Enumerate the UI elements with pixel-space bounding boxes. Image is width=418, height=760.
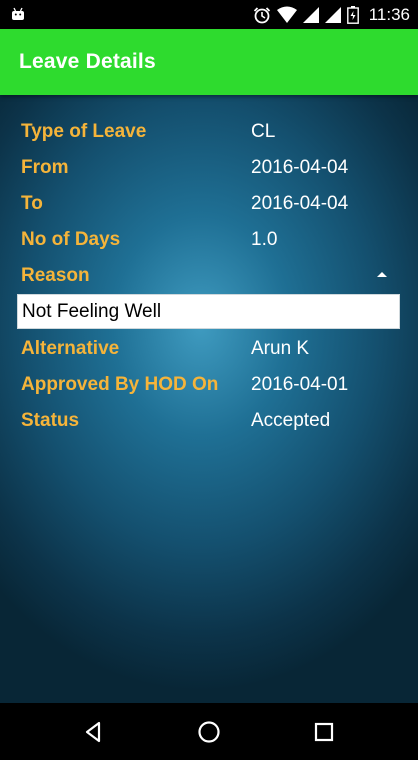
alarm-icon bbox=[253, 6, 270, 23]
status-row: Status Accepted bbox=[0, 403, 418, 439]
leave-details-panel: Type of Leave CL From 2016-04-04 To 2016… bbox=[0, 95, 418, 703]
to-value: 2016-04-04 bbox=[251, 193, 349, 214]
alternative-value: Arun K bbox=[251, 338, 310, 359]
type-of-leave-value: CL bbox=[251, 121, 276, 142]
reason-text-box: Not Feeling Well bbox=[17, 294, 400, 329]
alternative-row: Alternative Arun K bbox=[0, 331, 418, 367]
collapse-arrow-icon[interactable] bbox=[372, 266, 392, 282]
status-label: Status bbox=[21, 410, 80, 431]
type-of-leave-label: Type of Leave bbox=[21, 121, 147, 142]
navigation-bar bbox=[0, 703, 418, 760]
status-value: Accepted bbox=[251, 410, 331, 431]
home-icon[interactable] bbox=[196, 719, 222, 745]
clock: 11:36 bbox=[368, 4, 410, 24]
from-label: From bbox=[21, 157, 69, 178]
to-row: To 2016-04-04 bbox=[0, 186, 418, 222]
wifi-icon bbox=[276, 6, 297, 23]
page-title: Leave Details bbox=[19, 50, 156, 73]
signal-icon bbox=[302, 6, 319, 23]
no-of-days-value: 1.0 bbox=[251, 229, 278, 250]
reason-value: Not Feeling Well bbox=[22, 301, 162, 322]
back-icon[interactable] bbox=[81, 719, 107, 745]
android-icon bbox=[12, 7, 24, 20]
no-of-days-row: No of Days 1.0 bbox=[0, 222, 418, 258]
from-row: From 2016-04-04 bbox=[0, 150, 418, 186]
type-of-leave-row: Type of Leave CL bbox=[0, 114, 418, 150]
status-bar: 11:36 bbox=[0, 0, 418, 29]
battery-icon bbox=[346, 5, 359, 24]
from-value: 2016-04-04 bbox=[251, 157, 349, 178]
reason-label: Reason bbox=[21, 265, 90, 286]
to-label: To bbox=[21, 193, 43, 214]
reason-row[interactable]: Reason bbox=[0, 258, 418, 294]
approved-by-hod-value: 2016-04-01 bbox=[251, 374, 349, 395]
no-of-days-label: No of Days bbox=[21, 229, 121, 250]
approved-by-hod-row: Approved By HOD On 2016-04-01 bbox=[0, 367, 418, 403]
recents-icon[interactable] bbox=[311, 719, 337, 745]
app-bar: Leave Details bbox=[0, 29, 418, 95]
approved-by-hod-label: Approved By HOD On bbox=[21, 374, 219, 395]
alternative-label: Alternative bbox=[21, 338, 120, 359]
signal-icon bbox=[324, 6, 341, 23]
